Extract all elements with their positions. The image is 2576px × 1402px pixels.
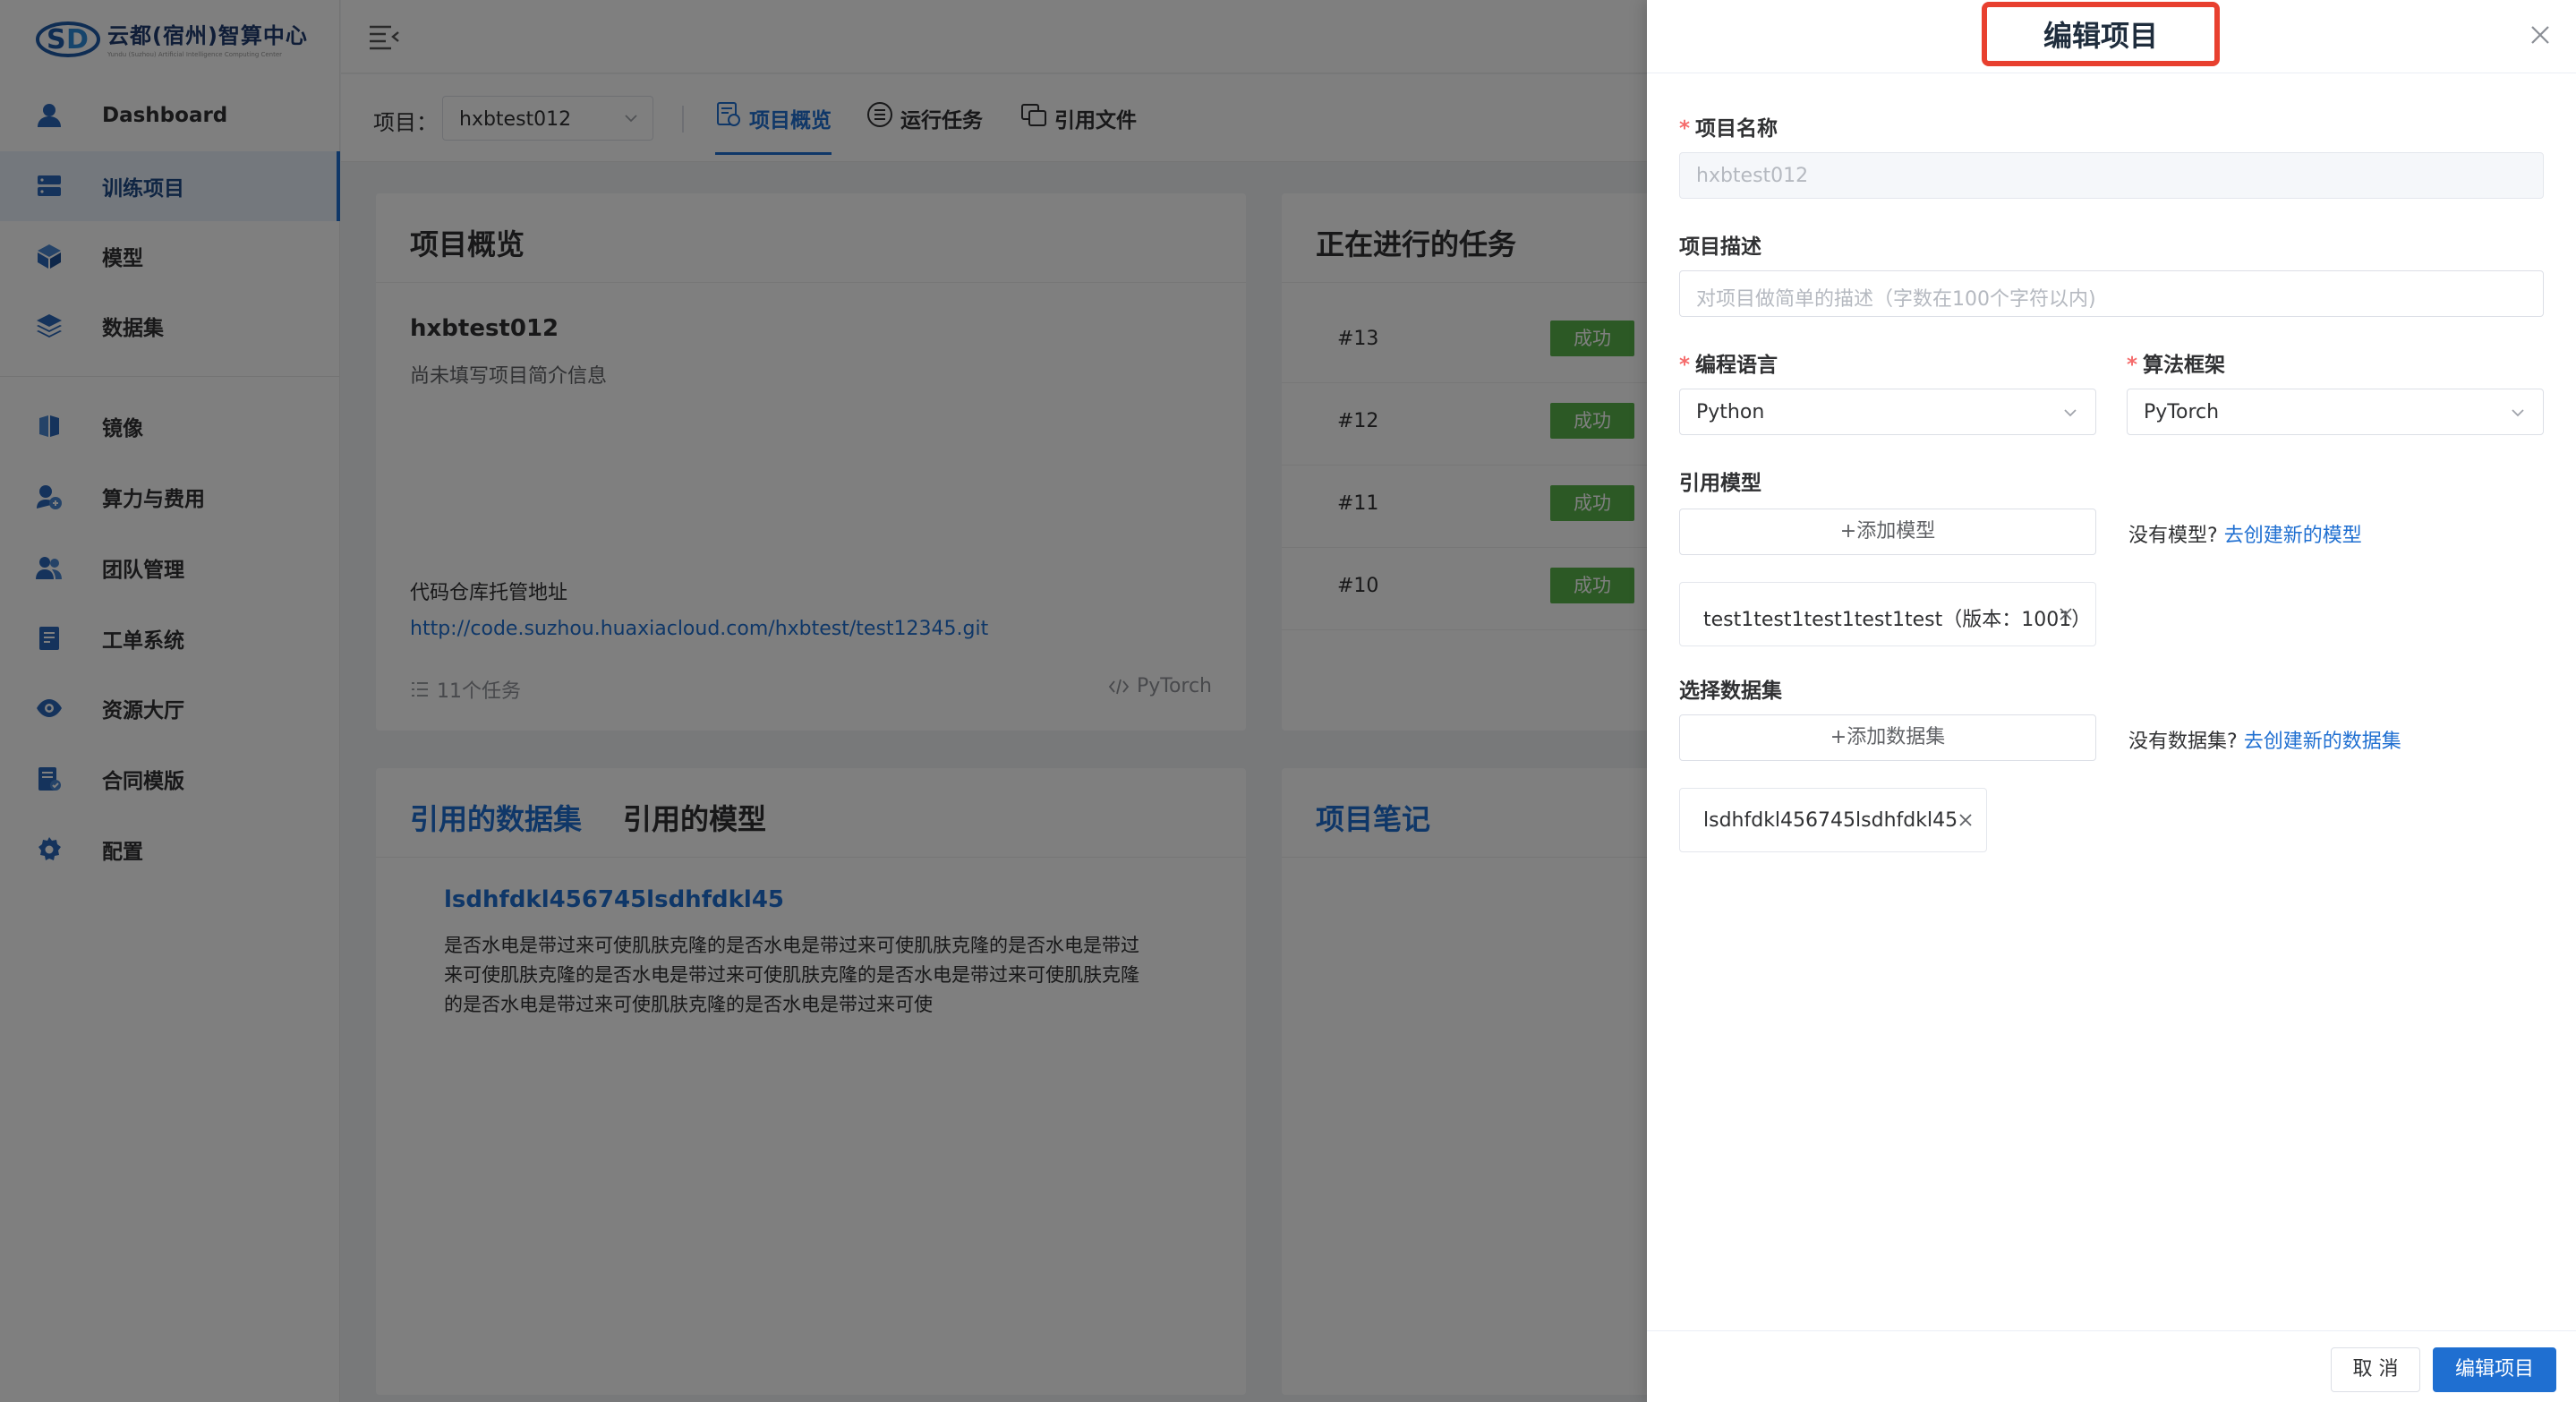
drawer-title: 编辑项目: [2043, 19, 2158, 53]
remove-tag-icon[interactable]: [2056, 604, 2076, 624]
input-placeholder: 对项目做简单的描述（字数在100个字符以内): [1696, 288, 2096, 311]
close-icon[interactable]: [2527, 21, 2554, 48]
create-dataset-link[interactable]: 去创建新的数据集: [2244, 731, 2401, 753]
project-desc-label: 项目描述: [1679, 235, 1761, 259]
required-mark: *: [2127, 354, 2138, 377]
framework-select[interactable]: PyTorch: [2127, 389, 2544, 435]
label-text: 项目名称: [1695, 117, 1778, 141]
edit-project-drawer: 编辑项目 * 项目名称 hxbtest012 项目描述 对项目做简单的描述（字数在…: [1647, 0, 2576, 1402]
model-label: 引用模型: [1679, 472, 1761, 495]
select-value: Python: [1696, 401, 1765, 423]
hint-text: 没有数据集?: [2128, 731, 2238, 753]
project-name-label: * 项目名称: [1679, 111, 1778, 141]
create-model-link[interactable]: 去创建新的模型: [2224, 525, 2362, 547]
project-desc-input[interactable]: 对项目做简单的描述（字数在100个字符以内): [1679, 270, 2544, 317]
label-text: 编程语言: [1695, 354, 1778, 377]
add-dataset-button[interactable]: +添加数据集: [1679, 714, 2096, 761]
required-mark: *: [1679, 354, 1691, 377]
required-mark: *: [1679, 117, 1691, 141]
chevron-down-icon: [2512, 409, 2524, 417]
input-value: hxbtest012: [1696, 165, 1809, 187]
submit-edit-button[interactable]: 编辑项目: [2433, 1347, 2556, 1392]
label-text: 算法框架: [2143, 354, 2226, 377]
model-hint: 没有模型? 去创建新的模型: [2128, 519, 2362, 548]
language-select[interactable]: Python: [1679, 389, 2096, 435]
remove-tag-icon[interactable]: [1956, 810, 1975, 830]
project-name-input[interactable]: hxbtest012: [1679, 152, 2544, 199]
chevron-down-icon: [2064, 409, 2077, 417]
app-root: S D 云都(宿州)智算中心 Yundu (Suzhou) Artificial…: [0, 0, 2576, 1402]
drawer-mask[interactable]: [0, 0, 1647, 1402]
dataset-tag-text: lsdhfdkl456745lsdhfdkl45: [1703, 809, 1958, 832]
language-label: * 编程语言: [1679, 347, 1778, 378]
framework-label: * 算法框架: [2127, 347, 2225, 378]
model-tag-text: test1test1test1test1test（版本：1001）: [1703, 609, 2092, 631]
dataset-hint: 没有数据集? 去创建新的数据集: [2128, 725, 2401, 754]
select-value: PyTorch: [2144, 401, 2220, 423]
dataset-label: 选择数据集: [1679, 680, 1782, 703]
cancel-button[interactable]: 取 消: [2331, 1347, 2420, 1392]
title-highlight: 编辑项目: [1982, 2, 2220, 66]
hint-text: 没有模型?: [2128, 525, 2218, 547]
dataset-tag: lsdhfdkl456745lsdhfdkl45: [1679, 788, 1987, 852]
drawer-footer: 取 消 编辑项目: [1647, 1330, 2576, 1402]
drawer-header: 编辑项目: [1647, 0, 2576, 73]
model-tag: test1test1test1test1test（版本：1001）: [1679, 582, 2096, 646]
add-model-button[interactable]: +添加模型: [1679, 509, 2096, 555]
